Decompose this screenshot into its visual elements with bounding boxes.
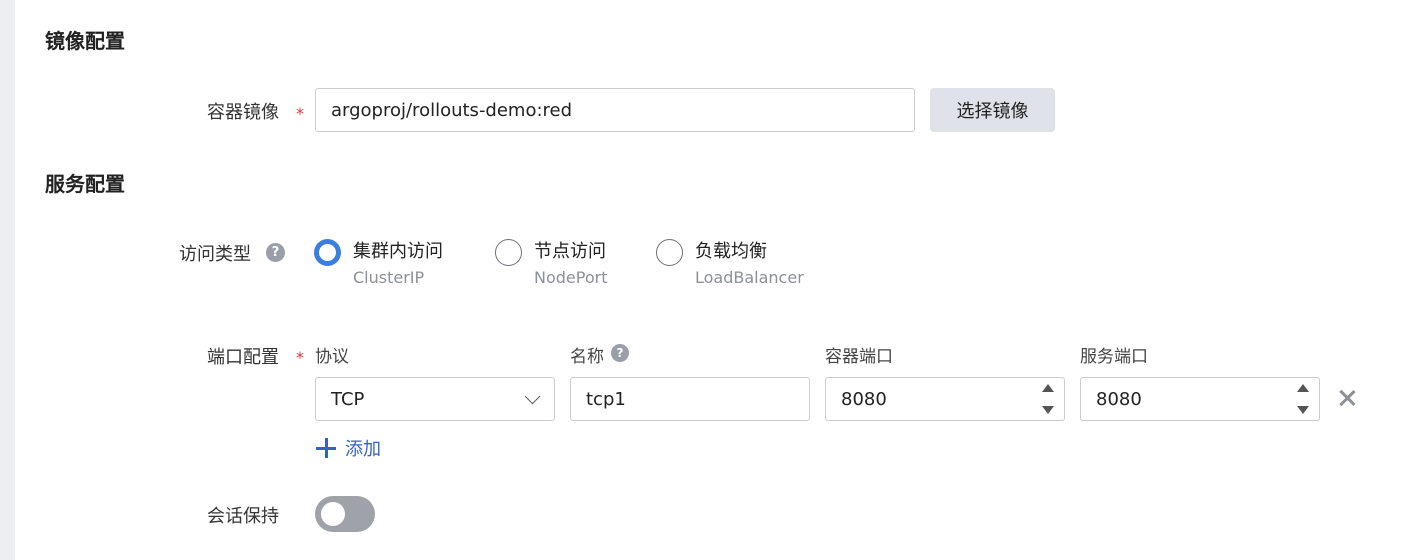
- radio-cluster-ip[interactable]: 集群内访问 ClusterIP: [314, 239, 443, 291]
- arrow-down-icon[interactable]: [1042, 406, 1054, 414]
- radio-unselected-icon: [495, 239, 522, 266]
- radio-cluster-ip-label: 集群内访问: [353, 241, 443, 262]
- service-port-input[interactable]: 8080: [1080, 377, 1320, 421]
- column-header-protocol: 协议: [315, 347, 349, 367]
- column-header-name: 名称: [570, 347, 604, 367]
- add-port-button[interactable]: 添加: [316, 435, 381, 461]
- help-icon[interactable]: ?: [611, 344, 629, 362]
- radio-node-port[interactable]: 节点访问 NodePort: [495, 239, 607, 291]
- port-config-label: 端口配置: [207, 347, 279, 368]
- arrow-up-icon[interactable]: [1297, 384, 1309, 392]
- left-rail: [0, 0, 15, 560]
- session-affinity-toggle[interactable]: [315, 496, 375, 532]
- container-image-value: argoproj/rollouts-demo:red: [331, 99, 573, 121]
- container-port-stepper[interactable]: [1040, 384, 1056, 414]
- radio-load-balancer-label: 负载均衡: [695, 241, 767, 262]
- add-port-label: 添加: [345, 439, 381, 460]
- remove-port-close-icon[interactable]: [1335, 386, 1359, 410]
- image-config-title: 镜像配置: [45, 29, 125, 53]
- toggle-knob: [321, 502, 345, 526]
- protocol-select[interactable]: TCP: [315, 377, 555, 421]
- container-image-input[interactable]: argoproj/rollouts-demo:red: [315, 88, 915, 132]
- radio-node-port-label: 节点访问: [534, 241, 606, 262]
- radio-selected-icon: [314, 239, 341, 266]
- container-port-input[interactable]: 8080: [825, 377, 1065, 421]
- service-port-value: 8080: [1096, 388, 1142, 410]
- port-config-required-mark: *: [296, 348, 304, 367]
- container-image-label: 容器镜像: [207, 102, 279, 123]
- port-name-value: tcp1: [586, 388, 626, 410]
- column-header-service-port: 服务端口: [1080, 347, 1148, 367]
- help-icon[interactable]: ?: [266, 243, 285, 262]
- radio-load-balancer[interactable]: 负载均衡 LoadBalancer: [656, 239, 804, 291]
- select-image-button[interactable]: 选择镜像: [930, 88, 1055, 132]
- radio-cluster-ip-sub: ClusterIP: [353, 268, 425, 287]
- column-header-container-port: 容器端口: [825, 347, 893, 367]
- container-port-value: 8080: [841, 388, 887, 410]
- container-image-required-mark: *: [296, 104, 304, 123]
- radio-node-port-sub: NodePort: [534, 268, 608, 287]
- radio-unselected-icon: [656, 239, 683, 266]
- session-affinity-label: 会话保持: [207, 506, 279, 527]
- service-config-title: 服务配置: [45, 172, 125, 196]
- access-type-label: 访问类型: [179, 244, 251, 265]
- chevron-down-icon: [524, 388, 541, 405]
- protocol-select-value: TCP: [331, 388, 365, 410]
- plus-icon: [316, 438, 336, 458]
- arrow-up-icon[interactable]: [1042, 384, 1054, 392]
- radio-load-balancer-sub: LoadBalancer: [695, 268, 804, 287]
- service-port-stepper[interactable]: [1295, 384, 1311, 414]
- arrow-down-icon[interactable]: [1297, 406, 1309, 414]
- port-name-input[interactable]: tcp1: [570, 377, 810, 421]
